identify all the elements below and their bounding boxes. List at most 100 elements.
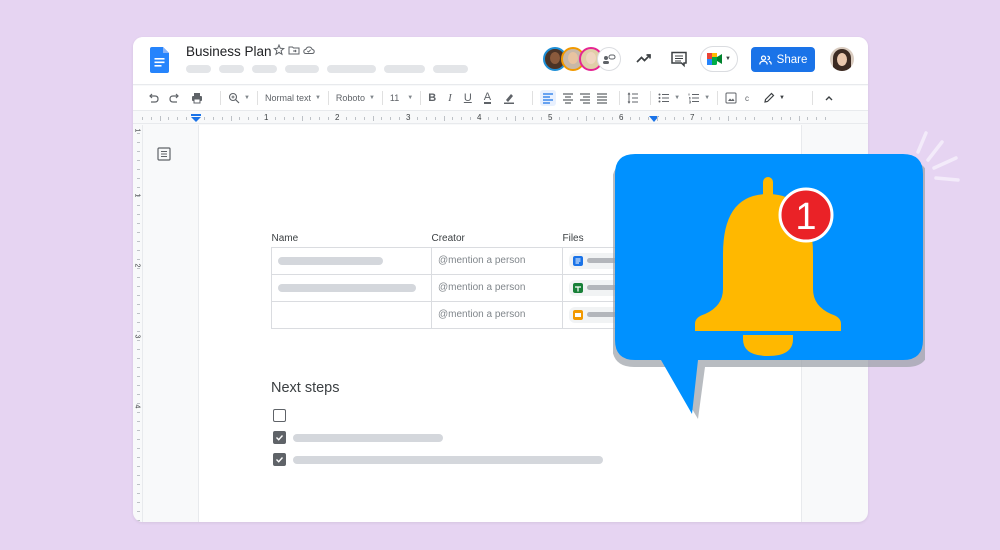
user-account-avatar[interactable] xyxy=(830,47,854,71)
align-right-icon[interactable] xyxy=(579,92,591,104)
checkbox-checked[interactable] xyxy=(273,453,286,466)
justify-icon[interactable] xyxy=(596,92,608,104)
move-to-folder-icon[interactable] xyxy=(288,44,300,56)
numbered-list-select[interactable]: ▼ xyxy=(688,92,710,104)
name-cell[interactable] xyxy=(271,273,432,302)
creator-cell[interactable]: @mention a person xyxy=(431,273,563,302)
font-select[interactable]: Roboto ▼ xyxy=(336,93,375,103)
menu-item-placeholder[interactable] xyxy=(219,65,244,73)
toolbar-divider xyxy=(619,91,621,105)
notification-bubble[interactable]: 1 xyxy=(613,154,925,419)
activity-trend-icon[interactable] xyxy=(635,50,653,68)
checklist-item-text-placeholder[interactable] xyxy=(293,455,603,464)
chat-collaborators-button[interactable] xyxy=(597,47,621,71)
text-color-button[interactable]: A xyxy=(483,92,492,104)
clear-formatting-button[interactable]: c xyxy=(745,94,749,103)
toolbar-divider xyxy=(811,91,813,105)
ruler-tick xyxy=(727,116,729,121)
caret-down-icon: ▼ xyxy=(368,95,375,101)
menu-item-placeholder[interactable] xyxy=(285,65,319,73)
ruler-tick xyxy=(137,259,140,260)
ruler-tick xyxy=(159,116,161,121)
toolbar-divider xyxy=(220,91,221,105)
checkbox-checked[interactable] xyxy=(273,431,286,444)
ruler-tick xyxy=(141,117,143,120)
name-cell[interactable] xyxy=(271,300,432,329)
menu-item-placeholder[interactable] xyxy=(433,65,468,73)
ruler-tick xyxy=(137,367,140,368)
line-spacing-icon[interactable] xyxy=(627,92,639,104)
ruler-label: 5 xyxy=(548,113,553,122)
ruler-tick xyxy=(137,178,140,179)
ruler-tick xyxy=(496,117,498,120)
left-indent-marker-icon[interactable] xyxy=(191,114,201,122)
notification-count-badge: 1 xyxy=(778,187,834,243)
ruler-tick xyxy=(603,117,605,120)
star-icon[interactable] xyxy=(273,44,285,56)
redo-icon[interactable] xyxy=(169,92,181,104)
editing-mode-select[interactable]: ▼ xyxy=(763,92,785,104)
ruler-tick xyxy=(523,117,525,120)
vertical-ruler[interactable]: 11234 xyxy=(133,125,143,522)
bulleted-list-icon xyxy=(658,93,670,103)
collapse-menu-icon[interactable] xyxy=(823,92,835,104)
ruler-tick xyxy=(470,117,472,120)
align-center-icon[interactable] xyxy=(562,92,574,104)
paragraph-style-select[interactable]: Normal text ▼ xyxy=(265,93,321,103)
print-icon[interactable] xyxy=(191,92,203,104)
document-title[interactable]: Business Plan xyxy=(186,44,272,59)
comment-icon[interactable] xyxy=(670,50,688,68)
italic-button[interactable]: I xyxy=(448,92,452,104)
creator-cell[interactable]: @mention a person xyxy=(431,300,563,329)
bold-button[interactable]: B xyxy=(428,92,436,104)
checkbox-unchecked[interactable] xyxy=(273,409,286,422)
ruler-label: 2 xyxy=(335,113,340,122)
meet-button[interactable]: ▼ xyxy=(700,46,738,72)
align-left-button[interactable] xyxy=(540,90,557,106)
insert-image-icon[interactable] xyxy=(725,92,737,104)
toolbar-divider xyxy=(420,91,422,105)
menu-item-placeholder[interactable] xyxy=(252,65,277,73)
undo-icon[interactable] xyxy=(147,92,159,104)
highlight-color-icon[interactable] xyxy=(503,92,515,104)
name-cell[interactable] xyxy=(271,246,432,275)
ruler-tick xyxy=(745,117,747,120)
google-docs-file-icon xyxy=(573,255,583,266)
font-size-select[interactable]: 11 ▼ xyxy=(390,93,413,103)
ruler-tick xyxy=(137,196,140,197)
menu-item-placeholder[interactable] xyxy=(327,65,376,73)
ruler-tick xyxy=(137,376,140,377)
ruler-tick xyxy=(558,117,560,120)
checklist-item-text-placeholder[interactable] xyxy=(293,433,443,442)
bulleted-list-select[interactable]: ▼ xyxy=(658,92,680,104)
ruler-tick xyxy=(137,331,140,332)
document-outline-icon[interactable] xyxy=(157,147,171,161)
underline-button[interactable]: U xyxy=(464,92,472,104)
zoom-select[interactable]: ▼ xyxy=(228,92,250,104)
ruler-tick xyxy=(137,169,140,170)
collaborator-avatars xyxy=(543,47,621,71)
pencil-icon xyxy=(764,92,775,103)
title-icons xyxy=(273,44,315,56)
ruler-tick xyxy=(816,117,818,120)
ruler-tick xyxy=(292,117,294,120)
creator-cell[interactable]: @mention a person xyxy=(431,246,563,275)
checkmark-icon xyxy=(276,457,284,463)
menu-item-placeholder[interactable] xyxy=(384,65,425,73)
ruler-tick xyxy=(137,493,140,494)
ruler-tick xyxy=(736,117,738,120)
right-indent-marker-icon[interactable] xyxy=(649,116,659,122)
meet-dropdown-caret-icon: ▼ xyxy=(725,56,731,62)
google-docs-logo-icon[interactable] xyxy=(150,47,169,73)
cloud-saved-icon[interactable] xyxy=(303,44,315,56)
ruler-tick xyxy=(700,117,702,120)
google-meet-icon xyxy=(707,53,723,65)
ruler-tick xyxy=(137,223,140,224)
ruler-tick xyxy=(186,117,188,120)
ruler-tick xyxy=(416,117,418,120)
next-steps-heading: Next steps xyxy=(271,380,340,396)
ruler-tick xyxy=(629,117,631,120)
horizontal-ruler[interactable]: 1 2 3 4 5 6 7 xyxy=(133,112,868,124)
share-button[interactable]: Share xyxy=(751,47,815,72)
menu-item-placeholder[interactable] xyxy=(186,65,211,73)
